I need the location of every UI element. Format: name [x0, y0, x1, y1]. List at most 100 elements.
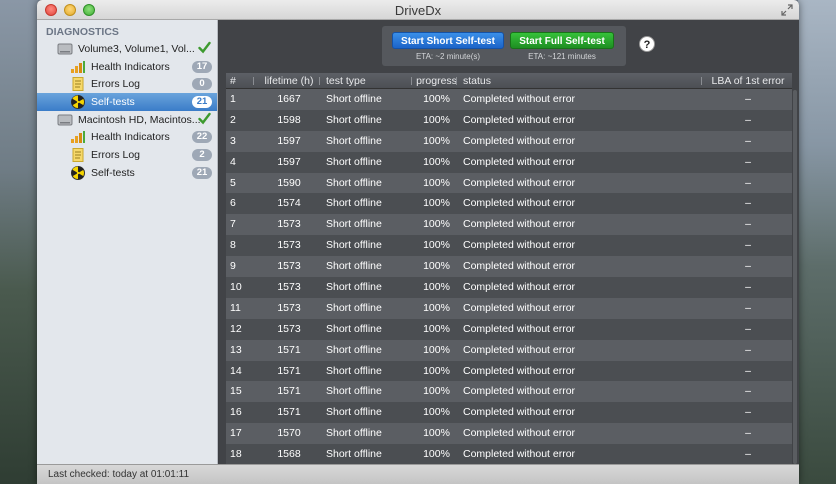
table-row[interactable]: 6 1574 Short offline 100% Completed without … — [226, 193, 792, 215]
cell-status: Completed without error — [463, 322, 576, 335]
table-row[interactable]: 8 1573 Short offline 100% Completed without … — [226, 235, 792, 257]
cell-progress: 100% — [423, 176, 450, 189]
short-test-eta: ETA: ~2 minute(s) — [415, 52, 481, 61]
title-bar[interactable]: DriveDx — [37, 0, 799, 20]
sidebar-item-errors-log[interactable]: Errors Log 2 — [37, 146, 217, 164]
column-header-test-type[interactable]: test type — [322, 73, 414, 88]
table-row[interactable]: 15 1571 Short offline 100% Completed without… — [226, 381, 792, 403]
cell-lba: – — [745, 322, 751, 335]
sidebar-item-self-tests[interactable]: Self-tests 21 — [37, 164, 217, 182]
window-title: DriveDx — [394, 3, 442, 18]
cell-lba: – — [745, 93, 751, 105]
cell-lba: – — [745, 448, 751, 461]
cell-test-type: Short offline — [326, 176, 382, 189]
start-full-self-test-button[interactable]: Start Full Self-test — [510, 32, 614, 49]
cell-lifetime: 1573 — [277, 260, 301, 273]
cell-test-type: Short offline — [326, 343, 382, 356]
table-row[interactable]: 16 1571 Short offline 100% Completed without… — [226, 402, 792, 424]
cell-lba: – — [745, 176, 751, 189]
column-header-lifetime[interactable]: lifetime (h) — [256, 73, 322, 88]
cell-lba: – — [745, 385, 751, 398]
table-row[interactable]: 12 1573 Short offline 100% Completed without… — [226, 318, 792, 340]
table-row[interactable]: 2 1598 Short offline 100% Completed without … — [226, 109, 792, 131]
self-tests-table: # lifetime (h) test type progress status… — [226, 73, 792, 466]
table-row[interactable]: 9 1573 Short offline 100% Completed without … — [226, 256, 792, 278]
cell-number: 14 — [230, 364, 242, 377]
table-row[interactable]: 7 1573 Short offline 100% Completed without … — [226, 214, 792, 236]
vertical-scrollbar[interactable] — [792, 90, 798, 464]
cell-status: Completed without error — [463, 260, 576, 273]
fullscreen-icon[interactable] — [781, 4, 793, 16]
table-row[interactable]: 5 1590 Short offline 100% Completed without … — [226, 172, 792, 194]
count-badge: 21 — [192, 96, 212, 109]
log-document-icon — [70, 147, 86, 162]
cell-number: 3 — [230, 134, 236, 147]
start-short-self-test-button[interactable]: Start Short Self-test — [392, 32, 504, 49]
table-row[interactable]: 11 1573 Short offline 100% Completed without… — [226, 297, 792, 319]
cell-lba: – — [745, 281, 751, 294]
cell-lba: – — [745, 301, 751, 314]
sidebar-item-health-indicators[interactable]: Health Indicators 17 — [37, 58, 217, 76]
disk-label: Macintosh HD, Macintos... — [78, 113, 201, 126]
cell-progress: 100% — [423, 448, 450, 461]
cell-number: 7 — [230, 218, 236, 231]
cell-status: Completed without error — [463, 427, 576, 440]
table-row[interactable]: 17 1570 Short offline 100% Completed without… — [226, 423, 792, 445]
sidebar-item-errors-log[interactable]: Errors Log 0 — [37, 75, 217, 93]
cell-lifetime: 1573 — [277, 322, 301, 335]
cell-test-type: Short offline — [326, 93, 382, 105]
sidebar-list: Volume3, Volume1, Vol... Health Indicator… — [37, 40, 217, 182]
cell-number: 10 — [230, 281, 242, 294]
cell-lifetime: 1571 — [277, 343, 301, 356]
sidebar-item-label: Health Indicators — [91, 60, 170, 73]
column-header-progress[interactable]: progress — [414, 73, 459, 88]
column-header-lba[interactable]: LBA of 1st error — [704, 73, 792, 88]
cell-lba: – — [745, 134, 751, 147]
desktop-background-left — [0, 0, 38, 484]
cell-progress: 100% — [423, 385, 450, 398]
cell-progress: 100% — [423, 197, 450, 210]
sidebar-item-label: Errors Log — [91, 148, 141, 161]
cell-number: 13 — [230, 343, 242, 356]
cell-status: Completed without error — [463, 343, 576, 356]
table-row[interactable]: 14 1571 Short offline 100% Completed without… — [226, 360, 792, 382]
table-row[interactable]: 4 1597 Short offline 100% Completed without … — [226, 151, 792, 173]
log-document-icon — [70, 77, 86, 92]
table-row[interactable]: 10 1573 Short offline 100% Completed without… — [226, 277, 792, 298]
table-row[interactable]: 18 1568 Short offline 100% Completed without… — [226, 444, 792, 466]
sidebar-disk-1[interactable]: Macintosh HD, Macintos... — [37, 111, 217, 129]
cell-number: 15 — [230, 385, 242, 398]
radiation-icon — [70, 165, 86, 180]
table-row[interactable]: 1 1667 Short offline 100% Completed without … — [226, 89, 792, 110]
cell-status: Completed without error — [463, 239, 576, 252]
column-header-status[interactable]: status — [459, 73, 704, 88]
cell-test-type: Short offline — [326, 197, 382, 210]
cell-status: Completed without error — [463, 176, 576, 189]
cell-status: Completed without error — [463, 218, 576, 231]
cell-number: 17 — [230, 427, 242, 440]
cell-status: Completed without error — [463, 197, 576, 210]
checkmark-icon — [198, 112, 211, 125]
cell-test-type: Short offline — [326, 448, 382, 461]
cell-status: Completed without error — [463, 301, 576, 314]
cell-progress: 100% — [423, 301, 450, 314]
checkmark-icon — [198, 41, 211, 54]
cell-test-type: Short offline — [326, 427, 382, 440]
sidebar-item-health-indicators[interactable]: Health Indicators 22 — [37, 128, 217, 146]
table-row[interactable]: 3 1597 Short offline 100% Completed without … — [226, 130, 792, 152]
help-button[interactable]: ? — [639, 36, 655, 52]
sidebar-item-self-tests[interactable]: Self-tests 21 — [37, 93, 217, 111]
cell-number: 2 — [230, 113, 236, 126]
column-header-number[interactable]: # — [226, 73, 256, 88]
table-body: 1 1667 Short offline 100% Completed without … — [226, 89, 792, 466]
cell-lba: – — [745, 197, 751, 210]
table-row[interactable]: 13 1571 Short offline 100% Completed without… — [226, 339, 792, 361]
sidebar-disk-0[interactable]: Volume3, Volume1, Vol... — [37, 40, 217, 58]
cell-progress: 100% — [423, 260, 450, 273]
cell-number: 18 — [230, 448, 242, 461]
cell-lifetime: 1571 — [277, 385, 301, 398]
cell-progress: 100% — [423, 364, 450, 377]
cell-lba: – — [745, 343, 751, 356]
cell-number: 4 — [230, 155, 236, 168]
cell-lifetime: 1573 — [277, 239, 301, 252]
